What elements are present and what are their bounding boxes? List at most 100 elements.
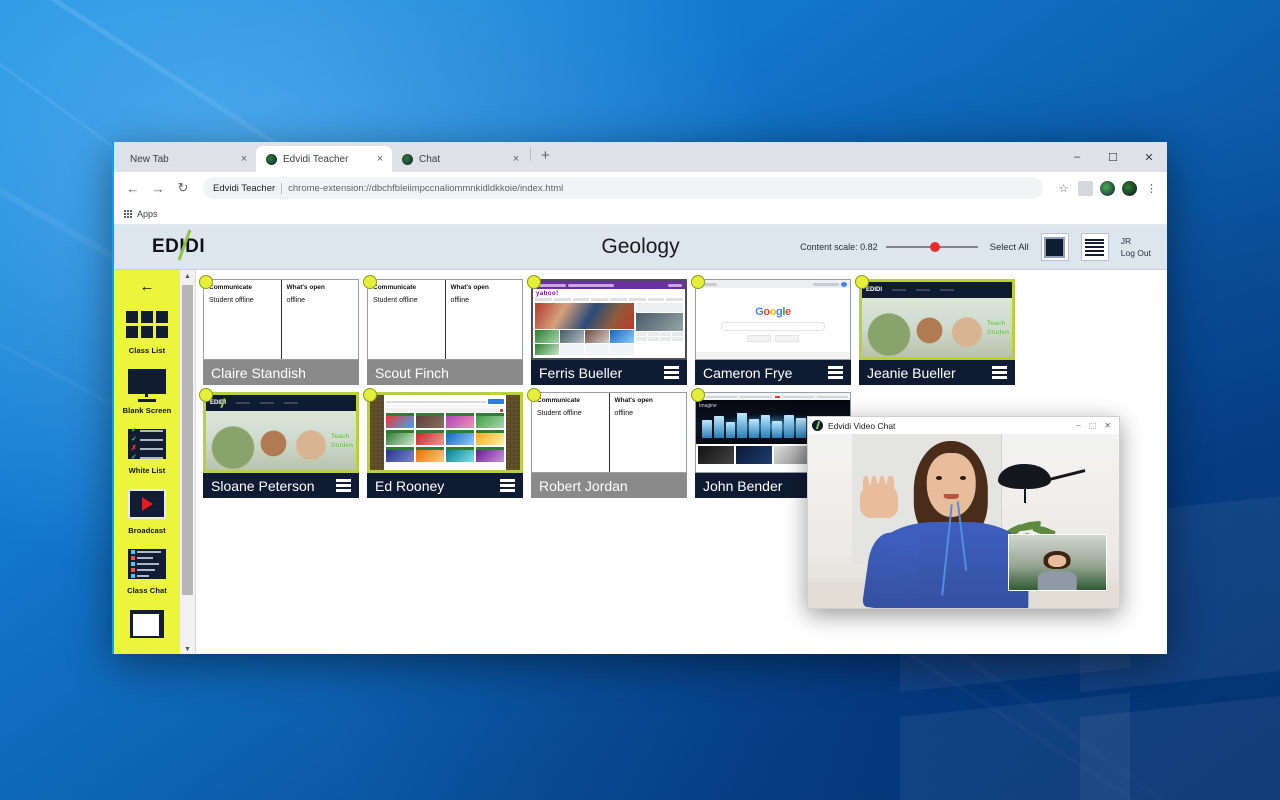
sidebar-item-label: Class Chat — [127, 586, 167, 595]
offline-panel: Communicate Student offline What's open … — [204, 280, 358, 359]
scroll-up-arrow-icon[interactable]: ▲ — [180, 270, 195, 283]
hamburger-menu-icon[interactable] — [828, 366, 843, 379]
rows-view-icon — [1085, 238, 1105, 256]
sidebar-back-arrow-icon[interactable]: ← — [140, 278, 155, 295]
forward-icon[interactable]: → — [147, 177, 169, 199]
student-screen-preview[interactable]: EDIDI Teach Studen — [203, 392, 359, 473]
browser-tab-edvidi-teacher[interactable]: Edvidi Teacher × — [256, 146, 392, 172]
close-icon[interactable]: × — [238, 153, 250, 165]
student-screen-preview[interactable]: Google — [695, 279, 851, 360]
edvidi-mini-logo: EDIDI — [210, 398, 227, 408]
student-name-bar[interactable]: Claire Standish — [203, 360, 359, 385]
hamburger-menu-icon[interactable] — [664, 366, 679, 379]
student-tile-cameron-frye[interactable]: Google Cameron Frye — [691, 275, 851, 385]
edvidi-video-chat-window[interactable]: Edvidi Video Chat – ⬚ ✕ — [807, 416, 1120, 609]
video-chat-stream[interactable] — [808, 434, 1119, 608]
whats-open-title: What's open — [450, 284, 489, 291]
minimize-button[interactable]: – — [1059, 142, 1095, 172]
student-name-bar[interactable]: Jeanie Bueller — [859, 360, 1015, 385]
video-chat-title: Edvidi Video Chat — [828, 420, 896, 431]
student-tile-robert-jordan[interactable]: Communicate Student offline What's open … — [527, 388, 687, 498]
sidebar-item-broadcast[interactable]: Broadcast — [125, 484, 169, 535]
edvidi-extension-icon[interactable] — [1100, 180, 1115, 196]
student-name-bar[interactable]: Ferris Bueller — [531, 360, 687, 385]
content-scale-control: Content scale: 0.82 — [800, 240, 978, 254]
hamburger-menu-icon[interactable] — [500, 479, 515, 492]
scrollbar-thumb[interactable] — [182, 285, 193, 595]
sidebar-item-white-list[interactable]: ✓ ✓ ✗ ✓ White List — [125, 424, 169, 475]
slider-knob[interactable] — [929, 242, 940, 252]
student-tile-ferris-bueller[interactable]: yahoo! Ferris Bueller — [527, 275, 687, 385]
status-dot — [199, 388, 213, 402]
chrome-menu-icon[interactable]: ⋮ — [1144, 181, 1159, 196]
whats-open-column: What's open offline — [446, 280, 523, 359]
apps-label[interactable]: Apps — [137, 209, 158, 219]
header-controls: Content scale: 0.82 Select All JR Log Ou… — [800, 233, 1167, 261]
tab-label: Chat — [419, 153, 441, 165]
logout-link[interactable]: Log Out — [1121, 247, 1151, 259]
sidebar-item-class-list[interactable]: Class List — [125, 304, 169, 355]
student-tile-jeanie-bueller[interactable]: EDIDI Teach Studen Jeanie Bueller — [855, 275, 1015, 385]
student-name-bar[interactable]: Scout Finch — [367, 360, 523, 385]
user-menu[interactable]: JR Log Out — [1121, 235, 1151, 260]
edvidi-logo: EDIDI — [152, 229, 205, 261]
student-name-bar[interactable]: Cameron Frye — [695, 360, 851, 385]
student-screen-preview[interactable]: Communicate Student offline What's open … — [367, 279, 523, 360]
reload-icon[interactable]: ↻ — [172, 177, 194, 199]
tab-label: New Tab — [130, 153, 169, 165]
google-page-thumbnail: Google — [696, 280, 850, 359]
student-name: John Bender — [703, 477, 783, 494]
offline-panel: Communicate Student offline What's open … — [368, 280, 522, 359]
hamburger-menu-icon[interactable] — [336, 479, 351, 492]
edvidi-mini-logo: EDIDI — [866, 287, 883, 293]
back-icon[interactable]: ← — [122, 177, 144, 199]
student-tile-claire-standish[interactable]: Communicate Student offline What's open … — [199, 275, 359, 385]
student-name: Ed Rooney — [375, 477, 445, 494]
minimize-button[interactable]: – — [1076, 421, 1080, 430]
student-screen-preview[interactable]: Communicate Student offline What's open … — [531, 392, 687, 473]
student-screen-preview[interactable]: Communicate Student offline What's open … — [203, 279, 359, 360]
student-name: Sloane Peterson — [211, 477, 315, 494]
close-icon[interactable]: × — [510, 153, 522, 165]
browser-tab-chat[interactable]: Chat × — [392, 146, 528, 172]
student-screen-preview[interactable] — [367, 392, 523, 473]
picture-in-picture-self-view[interactable] — [1008, 534, 1107, 591]
status-dot — [691, 275, 705, 289]
maximize-button[interactable]: ☐ — [1095, 142, 1131, 172]
close-window-button[interactable]: ✕ — [1131, 142, 1167, 172]
tab-label: Edvidi Teacher — [283, 153, 349, 165]
list-view-button[interactable] — [1080, 233, 1109, 261]
student-tile-scout-finch[interactable]: Communicate Student offline What's open … — [363, 275, 523, 385]
sidebar-item-class-chat[interactable]: Class Chat — [125, 544, 169, 595]
edvidi-profile-icon[interactable] — [1122, 180, 1137, 196]
address-bar[interactable]: Edvidi Teacher chrome-extension://dbchfb… — [203, 177, 1043, 199]
browser-tab-new-tab[interactable]: New Tab × — [120, 146, 256, 172]
grid-view-button[interactable] — [1040, 233, 1069, 261]
browser-toolbar: ← → ↻ Edvidi Teacher chrome-extension://… — [114, 172, 1167, 204]
sidebar-item-blank-screen[interactable]: Blank Screen — [123, 364, 172, 415]
student-name: Robert Jordan — [539, 477, 628, 494]
student-screen-preview[interactable]: EDIDI Teach Studen — [859, 279, 1015, 360]
student-tile-sloane-peterson[interactable]: EDIDI Teach Studen Sloane Peterson — [199, 388, 359, 498]
hamburger-menu-icon[interactable] — [992, 366, 1007, 379]
communicate-title: Communicate — [209, 284, 252, 291]
scroll-down-arrow-icon[interactable]: ▼ — [180, 643, 195, 654]
sidebar-item-document[interactable] — [125, 604, 169, 646]
close-icon[interactable]: × — [374, 153, 386, 165]
pdf-extension-icon[interactable] — [1078, 180, 1093, 196]
student-name-bar[interactable]: Sloane Peterson — [203, 473, 359, 498]
content-scale-slider[interactable] — [885, 240, 978, 254]
select-all-label[interactable]: Select All — [990, 242, 1029, 253]
student-screen-preview[interactable]: yahoo! — [531, 279, 687, 360]
student-name-bar[interactable]: Robert Jordan — [531, 473, 687, 498]
vertical-scrollbar[interactable]: ▲ ▼ — [180, 270, 196, 654]
status-dot — [527, 388, 541, 402]
student-tile-ed-rooney[interactable]: Ed Rooney — [363, 388, 523, 498]
apps-grid-icon[interactable] — [124, 210, 132, 218]
bookmark-star-icon[interactable]: ☆ — [1056, 181, 1071, 196]
maximize-button[interactable]: ⬚ — [1089, 421, 1097, 430]
student-name-bar[interactable]: Ed Rooney — [367, 473, 523, 498]
new-tab-button[interactable]: + — [533, 147, 558, 168]
close-button[interactable]: ✕ — [1104, 421, 1111, 430]
app-header: EDIDI Geology Content scale: 0.82 Select… — [114, 225, 1167, 270]
